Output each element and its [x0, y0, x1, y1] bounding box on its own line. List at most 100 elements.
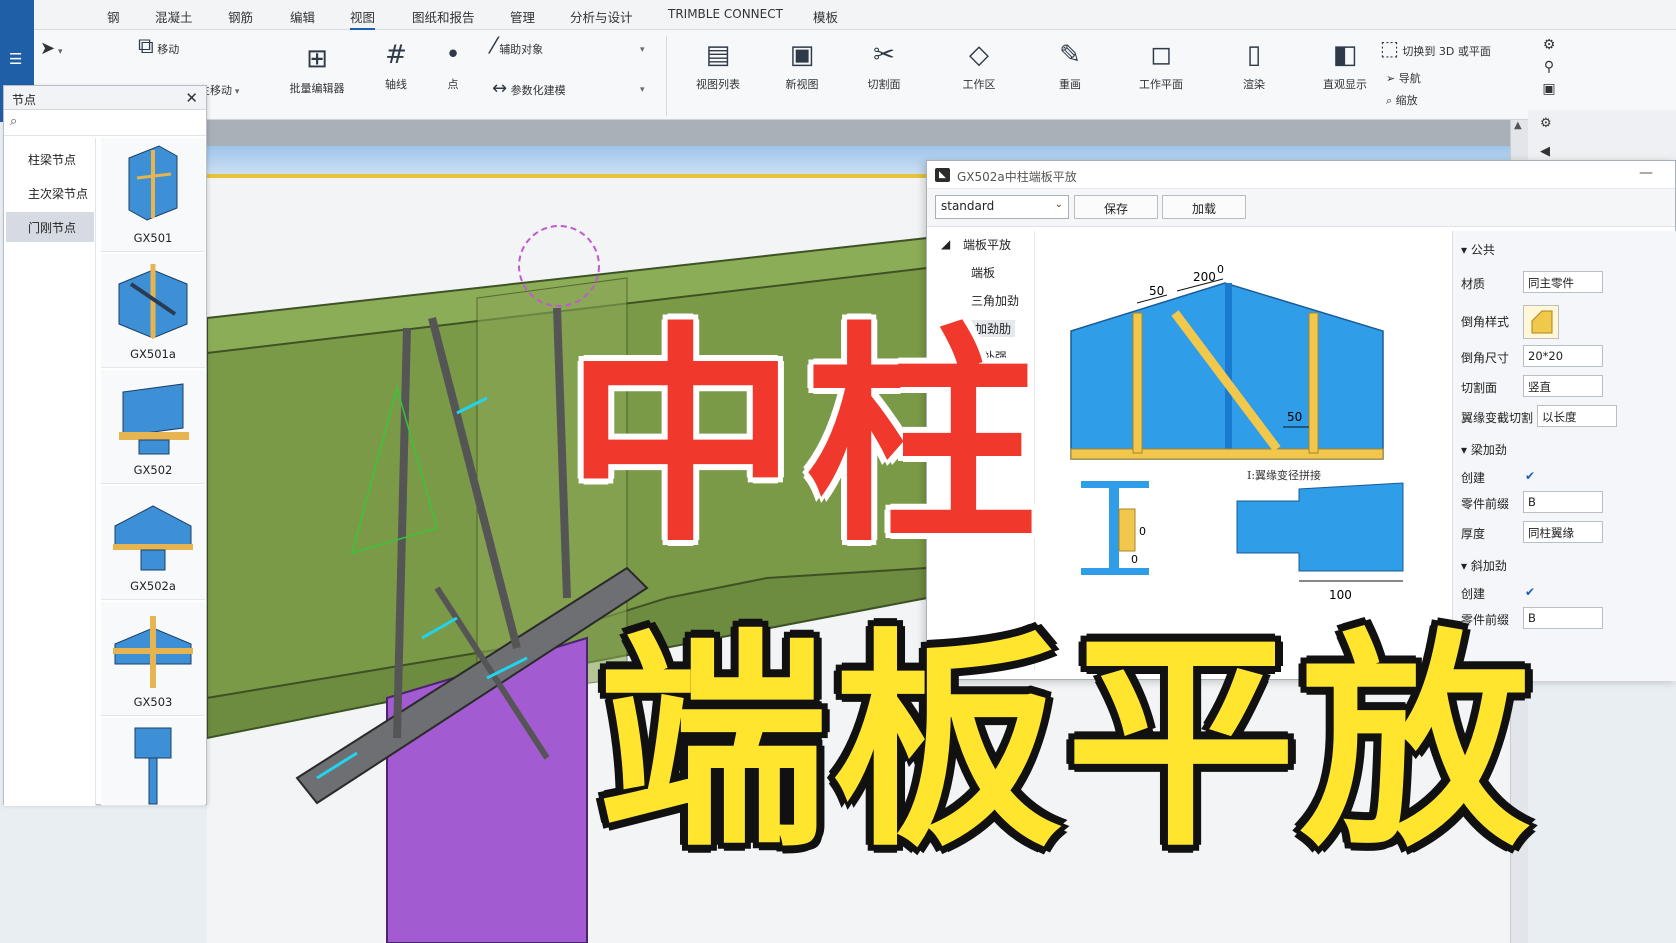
panel-title: 节点	[4, 86, 206, 110]
scroll-up-icon[interactable]: ▲	[1514, 120, 1522, 131]
chamfer-size-label: 倒角尺寸	[1461, 351, 1510, 365]
ribbon-overflow-icons[interactable]: ⚙ ⚲ ▣	[1534, 34, 1564, 100]
section-beam-stiffener[interactable]: ▾ 梁加劲	[1461, 441, 1507, 458]
menu-edit[interactable]: 编辑	[290, 7, 315, 26]
view-list-icon: ▤	[705, 40, 731, 70]
dim-label: 0	[1139, 525, 1146, 538]
collapse-left-icon[interactable]: ◀	[1540, 144, 1550, 159]
thumb-gx501[interactable]: GX501	[101, 138, 205, 252]
dim-label: 50	[1287, 410, 1302, 424]
gx501a-icon	[118, 264, 188, 339]
ribbon-separator	[666, 36, 667, 116]
menu-trimble-connect[interactable]: TRIMBLE CONNECT	[668, 7, 783, 21]
aux-object-dropdown[interactable]: ▾	[640, 42, 645, 55]
param-modeling-dropdown[interactable]: ▾	[640, 82, 645, 95]
prefix-field-2[interactable]: B	[1523, 607, 1603, 629]
overlay-title-yellow: 端板平放	[598, 611, 1535, 878]
thickness-label: 厚度	[1461, 527, 1486, 541]
axis-button[interactable]: # 轴线	[374, 38, 418, 92]
menu-steel[interactable]: 钢	[107, 7, 120, 26]
flange-cut-label: 翼缘变截切割	[1461, 411, 1534, 425]
chamfer-icon	[1531, 310, 1553, 334]
menu-drawings-reports[interactable]: 图纸和报告	[412, 7, 475, 26]
dim-label: 0	[1217, 263, 1224, 276]
cut-plane-button[interactable]: ✂ 切割面	[854, 38, 914, 92]
category-column-beam[interactable]: 柱梁节点	[6, 144, 94, 174]
visual-display-icon: ◧	[1332, 40, 1358, 70]
chevron-down-icon: ⌄	[1054, 199, 1063, 210]
grid-icon: #	[385, 40, 407, 70]
flange-cut-field[interactable]: 以长度	[1537, 405, 1617, 427]
dialog-title: GX502a中柱端板平放	[927, 161, 1675, 189]
load-button[interactable]: 加载	[1162, 195, 1246, 219]
dim-label: 200	[1193, 270, 1216, 284]
category-main-secondary-beam[interactable]: 主次梁节点	[6, 178, 94, 208]
magnifier-icon: ⌕	[1386, 94, 1393, 107]
category-portal-frame[interactable]: 门刚节点	[6, 212, 94, 242]
work-plane-icon: ◻	[1150, 40, 1172, 70]
navigate-button[interactable]: ➢ 导航	[1386, 70, 1421, 86]
menu-concrete[interactable]: 混凝土	[155, 7, 193, 26]
material-label: 材质	[1461, 277, 1486, 291]
create-checkbox-2[interactable]: ✔	[1525, 585, 1535, 599]
aux-object-button[interactable]: ⁄ 辅助对象	[492, 34, 543, 59]
batch-editor-button[interactable]: ⊞ 批量编辑器	[282, 42, 352, 96]
point-icon: •	[445, 40, 461, 70]
move-icon: ⧉	[138, 34, 154, 59]
render-cube-icon: ▯	[1246, 40, 1262, 70]
cut-plane-label: 切割面	[1461, 381, 1498, 395]
redraw-button[interactable]: ✎ 重画	[1046, 38, 1094, 92]
view-tab-strip	[207, 120, 1527, 146]
tree-root[interactable]: 端板平放	[963, 236, 1011, 253]
chamfer-size-field[interactable]: 20*20	[1523, 345, 1603, 367]
minimize-icon[interactable]: —	[1639, 165, 1653, 181]
param-modeling-button[interactable]: ↔ 参数化建模	[492, 78, 566, 99]
section-common[interactable]: ▾ 公共	[1461, 241, 1495, 258]
create-label-2: 创建	[1461, 587, 1486, 601]
chamfer-style-label: 倒角样式	[1461, 315, 1510, 329]
thumb-gx502[interactable]: GX502	[101, 370, 205, 484]
view-list-button[interactable]: ▤ 视图列表	[686, 38, 750, 92]
chamfer-style-picker[interactable]	[1523, 305, 1559, 339]
settings-gear-icon[interactable]: ⚙	[1540, 116, 1552, 131]
switch-3d-button[interactable]: ⬚ 切换到 3D 或平面	[1380, 36, 1491, 60]
close-icon[interactable]: ✕	[185, 89, 198, 107]
preset-select[interactable]: standard ⌄	[935, 195, 1069, 219]
point-button[interactable]: • 点	[438, 38, 468, 92]
cut-plane-field[interactable]: 竖直	[1523, 375, 1603, 397]
param-modeling-icon: ↔	[492, 78, 508, 99]
dim-label: 50	[1149, 284, 1164, 298]
section-diagonal-stiffener[interactable]: ▾ 斜加劲	[1461, 557, 1507, 574]
work-plane-button[interactable]: ◻ 工作平面	[1130, 38, 1192, 92]
new-view-button[interactable]: ▣ 新视图	[774, 38, 830, 92]
gx501-icon	[128, 145, 178, 221]
render-button[interactable]: ▯ 渲染	[1232, 38, 1276, 92]
dim-label: 100	[1329, 588, 1352, 602]
menu-manage[interactable]: 管理	[510, 7, 535, 26]
tree-expand-icon[interactable]: ◢	[941, 237, 950, 251]
thickness-field[interactable]: 同柱翼缘	[1523, 521, 1603, 543]
create-checkbox[interactable]: ✔	[1525, 469, 1535, 483]
visual-display-button[interactable]: ◧ 直观显示	[1310, 38, 1380, 92]
thumb-gx501a[interactable]: GX501a	[101, 254, 205, 368]
dim-label: 0	[1131, 553, 1138, 566]
thumb-gx503[interactable]: GX503	[101, 602, 205, 716]
material-field[interactable]: 同主零件	[1523, 271, 1603, 293]
menu-bar: 钢 混凝土 钢筋 编辑 视图 图纸和报告 管理 分析与设计 TRIMBLE CO…	[0, 0, 1676, 31]
menu-view[interactable]: 视图	[350, 7, 376, 31]
prefix-field[interactable]: B	[1523, 491, 1603, 513]
menu-analysis-design[interactable]: 分析与设计	[570, 7, 633, 26]
zoom-button[interactable]: ⌕ 缩放	[1386, 92, 1418, 108]
select-pointer-icon[interactable]: ➤ ▾	[40, 38, 62, 59]
save-button[interactable]: 保存	[1074, 195, 1158, 219]
thumb-next[interactable]	[101, 718, 205, 806]
search-input[interactable]: ⌕	[4, 110, 206, 136]
batch-editor-icon: ⊞	[306, 44, 328, 74]
menu-template[interactable]: 模板	[813, 7, 838, 26]
work-area-button[interactable]: ◇ 工作区	[952, 38, 1006, 92]
tree-end-plate[interactable]: 端板	[971, 264, 995, 281]
move-button[interactable]: ⧉ 移动	[138, 34, 179, 59]
thumb-gx502a[interactable]: GX502a	[101, 486, 205, 600]
menu-rebar[interactable]: 钢筋	[228, 7, 253, 26]
drawing-caption: I:翼缘变径拼接	[1247, 468, 1321, 482]
